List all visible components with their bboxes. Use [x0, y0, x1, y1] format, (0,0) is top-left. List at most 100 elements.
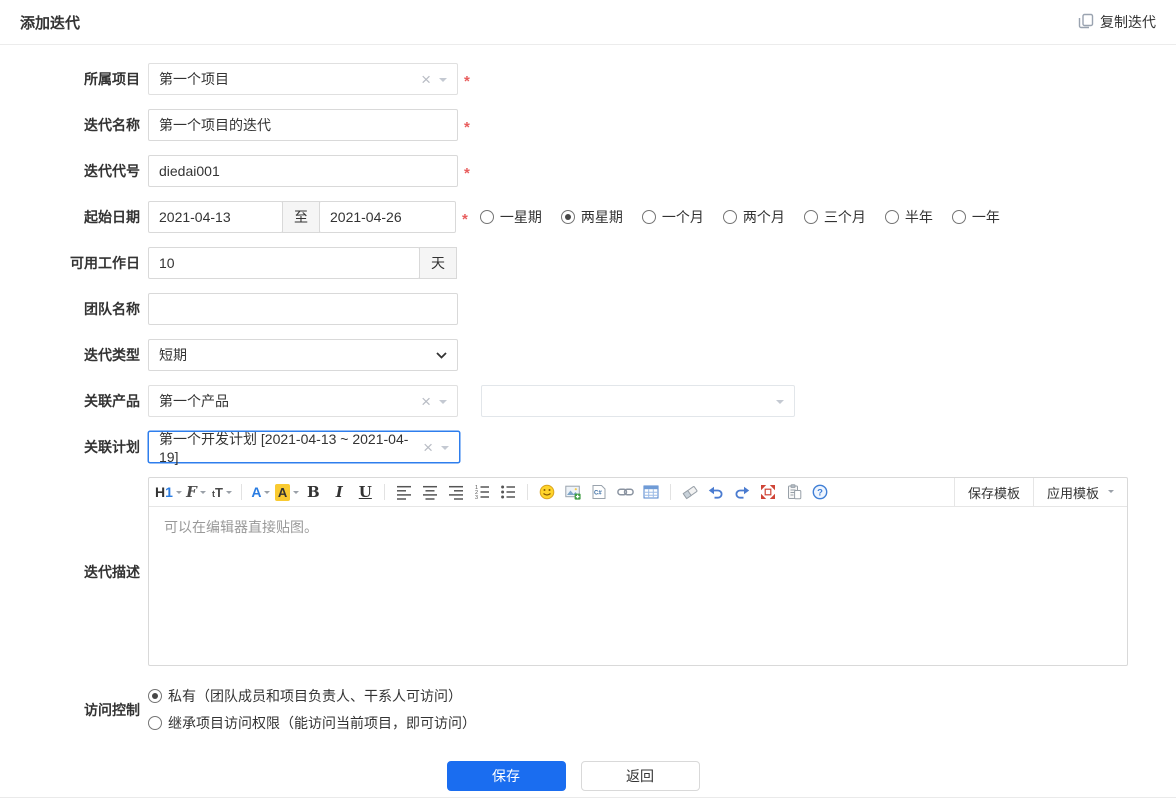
highlight-color-icon[interactable]: A — [274, 481, 300, 504]
font-family-icon[interactable]: F — [184, 481, 208, 504]
chevron-down-icon — [1108, 489, 1114, 496]
chevron-down-icon[interactable] — [441, 446, 449, 454]
code-row: 迭代代号 diedai001 * — [0, 155, 1176, 187]
align-center-icon[interactable] — [418, 481, 442, 504]
radio-unchecked-icon[interactable] — [148, 716, 162, 730]
radio-unchecked-icon[interactable] — [951, 210, 966, 224]
iteration-name-input[interactable]: 第一个项目的迭代 — [148, 109, 458, 141]
svg-text:C#: C# — [594, 491, 602, 497]
workdays-input[interactable]: 10 — [148, 247, 420, 279]
paste-icon[interactable] — [782, 481, 806, 504]
workdays-label: 可用工作日 — [70, 255, 140, 271]
duration-option[interactable]: 两个月 — [722, 207, 785, 227]
chevron-down-icon[interactable] — [439, 400, 447, 408]
project-value: 第一个项目 — [159, 71, 229, 87]
plan-value: 第一个开发计划 [2021-04-13 ~ 2021-04-19] — [159, 431, 409, 465]
chevron-down-icon[interactable] — [776, 400, 784, 408]
copy-iteration-button[interactable]: 复制迭代 — [1078, 12, 1156, 32]
rich-text-editor: H1 FtT A A B I U 1 2 3 C#? 保存模板 应用模板 可以在编辑器直接贴图。 — [148, 477, 1128, 666]
product-value: 第一个产品 — [159, 393, 229, 409]
duration-option-label: 一个月 — [661, 209, 704, 225]
project-picker[interactable]: 第一个项目 × — [148, 63, 458, 95]
acl-radio-group: 私有（团队成员和项目负责人、干系人可访问） 继承项目访问权限（能访问当前项目，即可… — [148, 686, 476, 733]
align-left-icon[interactable] — [392, 481, 416, 504]
duration-option[interactable]: 三个月 — [803, 207, 866, 227]
save-button[interactable]: 保存 — [446, 761, 566, 791]
redo-icon[interactable] — [730, 481, 754, 504]
align-right-icon[interactable] — [444, 481, 468, 504]
save-template-button[interactable]: 保存模板 — [953, 477, 1033, 507]
end-date-input[interactable]: 2021-04-26 — [319, 201, 456, 233]
type-row: 迭代类型 短期 — [0, 339, 1176, 371]
required-mark: * — [462, 210, 468, 228]
heading-icon[interactable]: H1 — [155, 481, 182, 504]
team-row: 团队名称 — [0, 293, 1176, 325]
duration-option-label: 两星期 — [580, 209, 623, 225]
table-icon[interactable] — [639, 481, 663, 504]
duration-option[interactable]: 半年 — [884, 207, 933, 227]
radio-checked-icon[interactable] — [560, 210, 575, 224]
eraser-icon[interactable] — [678, 481, 702, 504]
toolbar-separator — [670, 484, 672, 500]
undo-icon[interactable] — [704, 481, 728, 504]
team-name-input[interactable] — [148, 293, 458, 325]
bold-icon[interactable]: B — [301, 481, 325, 504]
back-button[interactable]: 返回 — [580, 761, 700, 791]
dates-label: 起始日期 — [84, 209, 140, 225]
begin-date-input[interactable]: 2021-04-13 — [148, 201, 283, 233]
duration-option[interactable]: 一年 — [951, 207, 1000, 227]
iteration-type-select[interactable]: 短期 — [148, 339, 458, 371]
required-mark: * — [464, 118, 470, 136]
iteration-code-input[interactable]: diedai001 — [148, 155, 458, 187]
type-label: 迭代类型 — [84, 347, 140, 363]
font-size-icon[interactable]: tT — [210, 481, 234, 504]
link-icon[interactable] — [613, 481, 637, 504]
toolbar-separator — [527, 484, 529, 500]
date-separator: 至 — [282, 201, 320, 233]
unordered-list-icon[interactable] — [496, 481, 520, 504]
radio-unchecked-icon[interactable] — [641, 210, 656, 224]
acl-option[interactable]: 继承项目访问权限（能访问当前项目，即可访问） — [148, 713, 476, 733]
radio-unchecked-icon[interactable] — [722, 210, 737, 224]
template-buttons: 保存模板 应用模板 — [953, 477, 1127, 507]
duration-option[interactable]: 两星期 — [560, 207, 623, 227]
editor-content-area[interactable]: 可以在编辑器直接贴图。 — [149, 507, 1127, 665]
text-color-icon[interactable]: A — [249, 481, 273, 504]
fullscreen-icon[interactable] — [756, 481, 780, 504]
toolbar-icon-strip: H1 FtT A A B I U 1 2 3 C#? — [154, 481, 833, 504]
duration-option[interactable]: 一个月 — [641, 207, 704, 227]
add-iteration-form: 所属项目 第一个项目 × * 迭代名称 第一个项目的迭代 * 迭代代号 died… — [0, 45, 1176, 791]
radio-unchecked-icon[interactable] — [479, 210, 494, 224]
radio-unchecked-icon[interactable] — [803, 210, 818, 224]
duration-option-label: 两个月 — [742, 209, 785, 225]
radio-checked-icon[interactable] — [148, 689, 162, 703]
plan-picker[interactable]: 第一个开发计划 [2021-04-13 ~ 2021-04-19] × — [148, 431, 460, 465]
branch-picker[interactable] — [481, 385, 795, 417]
radio-unchecked-icon[interactable] — [884, 210, 899, 224]
workdays-unit: 天 — [419, 247, 457, 279]
page-header: 添加迭代 复制迭代 — [0, 0, 1176, 45]
project-row: 所属项目 第一个项目 × * — [0, 63, 1176, 95]
chevron-down-icon[interactable] — [439, 78, 447, 86]
clear-icon[interactable]: × — [421, 71, 431, 88]
product-label: 关联产品 — [84, 393, 140, 409]
clear-icon[interactable]: × — [421, 393, 431, 410]
duration-option[interactable]: 一星期 — [479, 207, 542, 227]
italic-icon[interactable]: I — [327, 481, 351, 504]
dates-row: 起始日期 2021-04-13 至 2021-04-26 * 一星期 两星期 一个月… — [0, 201, 1176, 233]
help-icon[interactable]: ? — [808, 481, 832, 504]
acl-option[interactable]: 私有（团队成员和项目负责人、干系人可访问） — [148, 686, 476, 706]
ordered-list-icon[interactable]: 123 — [470, 481, 494, 504]
chevron-down-icon — [199, 491, 206, 497]
clear-icon[interactable]: × — [423, 439, 433, 456]
apply-template-button[interactable]: 应用模板 — [1032, 477, 1127, 507]
product-picker[interactable]: 第一个产品 × — [148, 385, 458, 417]
underline-icon[interactable]: U — [353, 481, 377, 504]
svg-text:3: 3 — [475, 495, 478, 500]
emoji-icon[interactable] — [535, 481, 559, 504]
apply-template-label: 应用模板 — [1046, 485, 1099, 501]
code-icon[interactable]: C# — [587, 481, 611, 504]
image-icon[interactable] — [561, 481, 585, 504]
name-label: 迭代名称 — [84, 117, 140, 133]
page-title: 添加迭代 — [20, 14, 81, 32]
